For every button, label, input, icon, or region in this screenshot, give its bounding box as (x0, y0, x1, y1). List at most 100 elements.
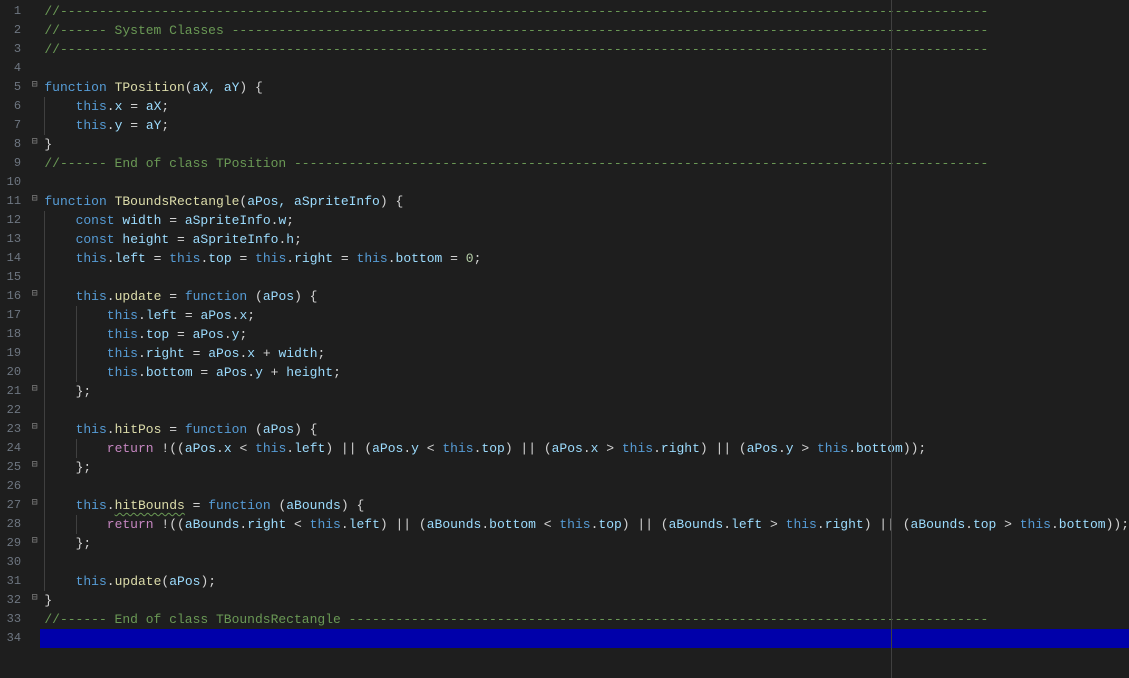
code-line[interactable]: //--------------------------------------… (40, 40, 1129, 59)
code-line[interactable]: //------ System Classes ----------------… (40, 21, 1129, 40)
fold-marker (29, 40, 40, 59)
line-number: 24 (0, 439, 29, 458)
code-line[interactable]: const width = aSpriteInfo.w; (40, 211, 1129, 230)
code-line[interactable]: //--------------------------------------… (40, 2, 1129, 21)
code-line[interactable]: function TPosition(aX, aY) { (40, 78, 1129, 97)
line-number: 34 (0, 629, 29, 648)
fold-marker (29, 610, 40, 629)
fold-marker (29, 116, 40, 135)
fold-marker[interactable]: ⊟ (29, 496, 40, 515)
line-number: 15 (0, 268, 29, 287)
code-line[interactable]: return !((aBounds.right < this.left) || … (40, 515, 1129, 534)
code-line[interactable]: }; (40, 534, 1129, 553)
code-line[interactable]: }; (40, 382, 1129, 401)
line-number: 22 (0, 401, 29, 420)
fold-marker (29, 97, 40, 116)
code-line[interactable]: this.top = aPos.y; (40, 325, 1129, 344)
line-number: 26 (0, 477, 29, 496)
fold-marker (29, 572, 40, 591)
fold-column[interactable]: ⊟ ⊟ ⊟ ⊟ ⊟ ⊟ ⊟ ⊟ ⊟ ⊟ (29, 0, 40, 678)
code-line[interactable] (40, 173, 1129, 192)
fold-marker (29, 21, 40, 40)
code-line[interactable] (40, 553, 1129, 572)
fold-marker (29, 306, 40, 325)
fold-marker (29, 439, 40, 458)
fold-marker[interactable]: ⊟ (29, 591, 40, 610)
fold-marker (29, 553, 40, 572)
fold-marker (29, 477, 40, 496)
code-line[interactable] (40, 59, 1129, 78)
code-area[interactable]: //--------------------------------------… (40, 0, 1129, 678)
line-number: 9 (0, 154, 29, 173)
line-number: 3 (0, 40, 29, 59)
line-number: 31 (0, 572, 29, 591)
code-line[interactable]: this.bottom = aPos.y + height; (40, 363, 1129, 382)
line-number: 16 (0, 287, 29, 306)
line-number: 17 (0, 306, 29, 325)
code-line[interactable]: }; (40, 458, 1129, 477)
line-number: 19 (0, 344, 29, 363)
fold-marker (29, 59, 40, 78)
line-number: 6 (0, 97, 29, 116)
fold-marker[interactable]: ⊟ (29, 78, 40, 97)
fold-marker[interactable]: ⊟ (29, 458, 40, 477)
line-number: 32 (0, 591, 29, 610)
line-number: 8 (0, 135, 29, 154)
code-line[interactable]: this.left = aPos.x; (40, 306, 1129, 325)
line-number: 21 (0, 382, 29, 401)
code-line[interactable]: const height = aSpriteInfo.h; (40, 230, 1129, 249)
code-line[interactable] (40, 268, 1129, 287)
code-line[interactable]: this.x = aX; (40, 97, 1129, 116)
fold-marker (29, 211, 40, 230)
line-number: 27 (0, 496, 29, 515)
fold-marker (29, 2, 40, 21)
line-number: 10 (0, 173, 29, 192)
code-line[interactable] (40, 629, 1129, 648)
fold-marker[interactable]: ⊟ (29, 534, 40, 553)
fold-marker (29, 268, 40, 287)
code-line[interactable] (40, 477, 1129, 496)
fold-marker (29, 249, 40, 268)
code-line[interactable]: function TBoundsRectangle(aPos, aSpriteI… (40, 192, 1129, 211)
line-number: 12 (0, 211, 29, 230)
code-line[interactable]: this.left = this.top = this.right = this… (40, 249, 1129, 268)
code-editor[interactable]: 1234567891011121314151617181920212223242… (0, 0, 1129, 678)
fold-marker (29, 325, 40, 344)
code-line[interactable]: return !((aPos.x < this.left) || (aPos.y… (40, 439, 1129, 458)
fold-marker (29, 363, 40, 382)
line-number: 18 (0, 325, 29, 344)
fold-marker[interactable]: ⊟ (29, 287, 40, 306)
code-line[interactable]: } (40, 591, 1129, 610)
code-line[interactable]: this.y = aY; (40, 116, 1129, 135)
code-line[interactable]: this.hitPos = function (aPos) { (40, 420, 1129, 439)
code-line[interactable]: this.right = aPos.x + width; (40, 344, 1129, 363)
line-number: 25 (0, 458, 29, 477)
code-line[interactable]: //------ End of class TPosition --------… (40, 154, 1129, 173)
fold-marker[interactable]: ⊟ (29, 420, 40, 439)
line-number: 30 (0, 553, 29, 572)
line-number: 23 (0, 420, 29, 439)
line-number-gutter: 1234567891011121314151617181920212223242… (0, 0, 29, 678)
fold-marker (29, 515, 40, 534)
fold-marker (29, 230, 40, 249)
code-line[interactable]: this.update(aPos); (40, 572, 1129, 591)
line-number: 28 (0, 515, 29, 534)
line-number: 7 (0, 116, 29, 135)
line-number: 20 (0, 363, 29, 382)
line-number: 14 (0, 249, 29, 268)
line-number: 29 (0, 534, 29, 553)
fold-marker (29, 629, 40, 648)
code-line[interactable] (40, 401, 1129, 420)
line-number: 33 (0, 610, 29, 629)
fold-marker[interactable]: ⊟ (29, 382, 40, 401)
fold-marker[interactable]: ⊟ (29, 135, 40, 154)
fold-marker (29, 344, 40, 363)
line-number: 13 (0, 230, 29, 249)
code-line[interactable]: this.update = function (aPos) { (40, 287, 1129, 306)
code-line[interactable]: //------ End of class TBoundsRectangle -… (40, 610, 1129, 629)
line-number: 4 (0, 59, 29, 78)
line-number: 1 (0, 2, 29, 21)
code-line[interactable]: } (40, 135, 1129, 154)
code-line[interactable]: this.hitBounds = function (aBounds) { (40, 496, 1129, 515)
fold-marker[interactable]: ⊟ (29, 192, 40, 211)
